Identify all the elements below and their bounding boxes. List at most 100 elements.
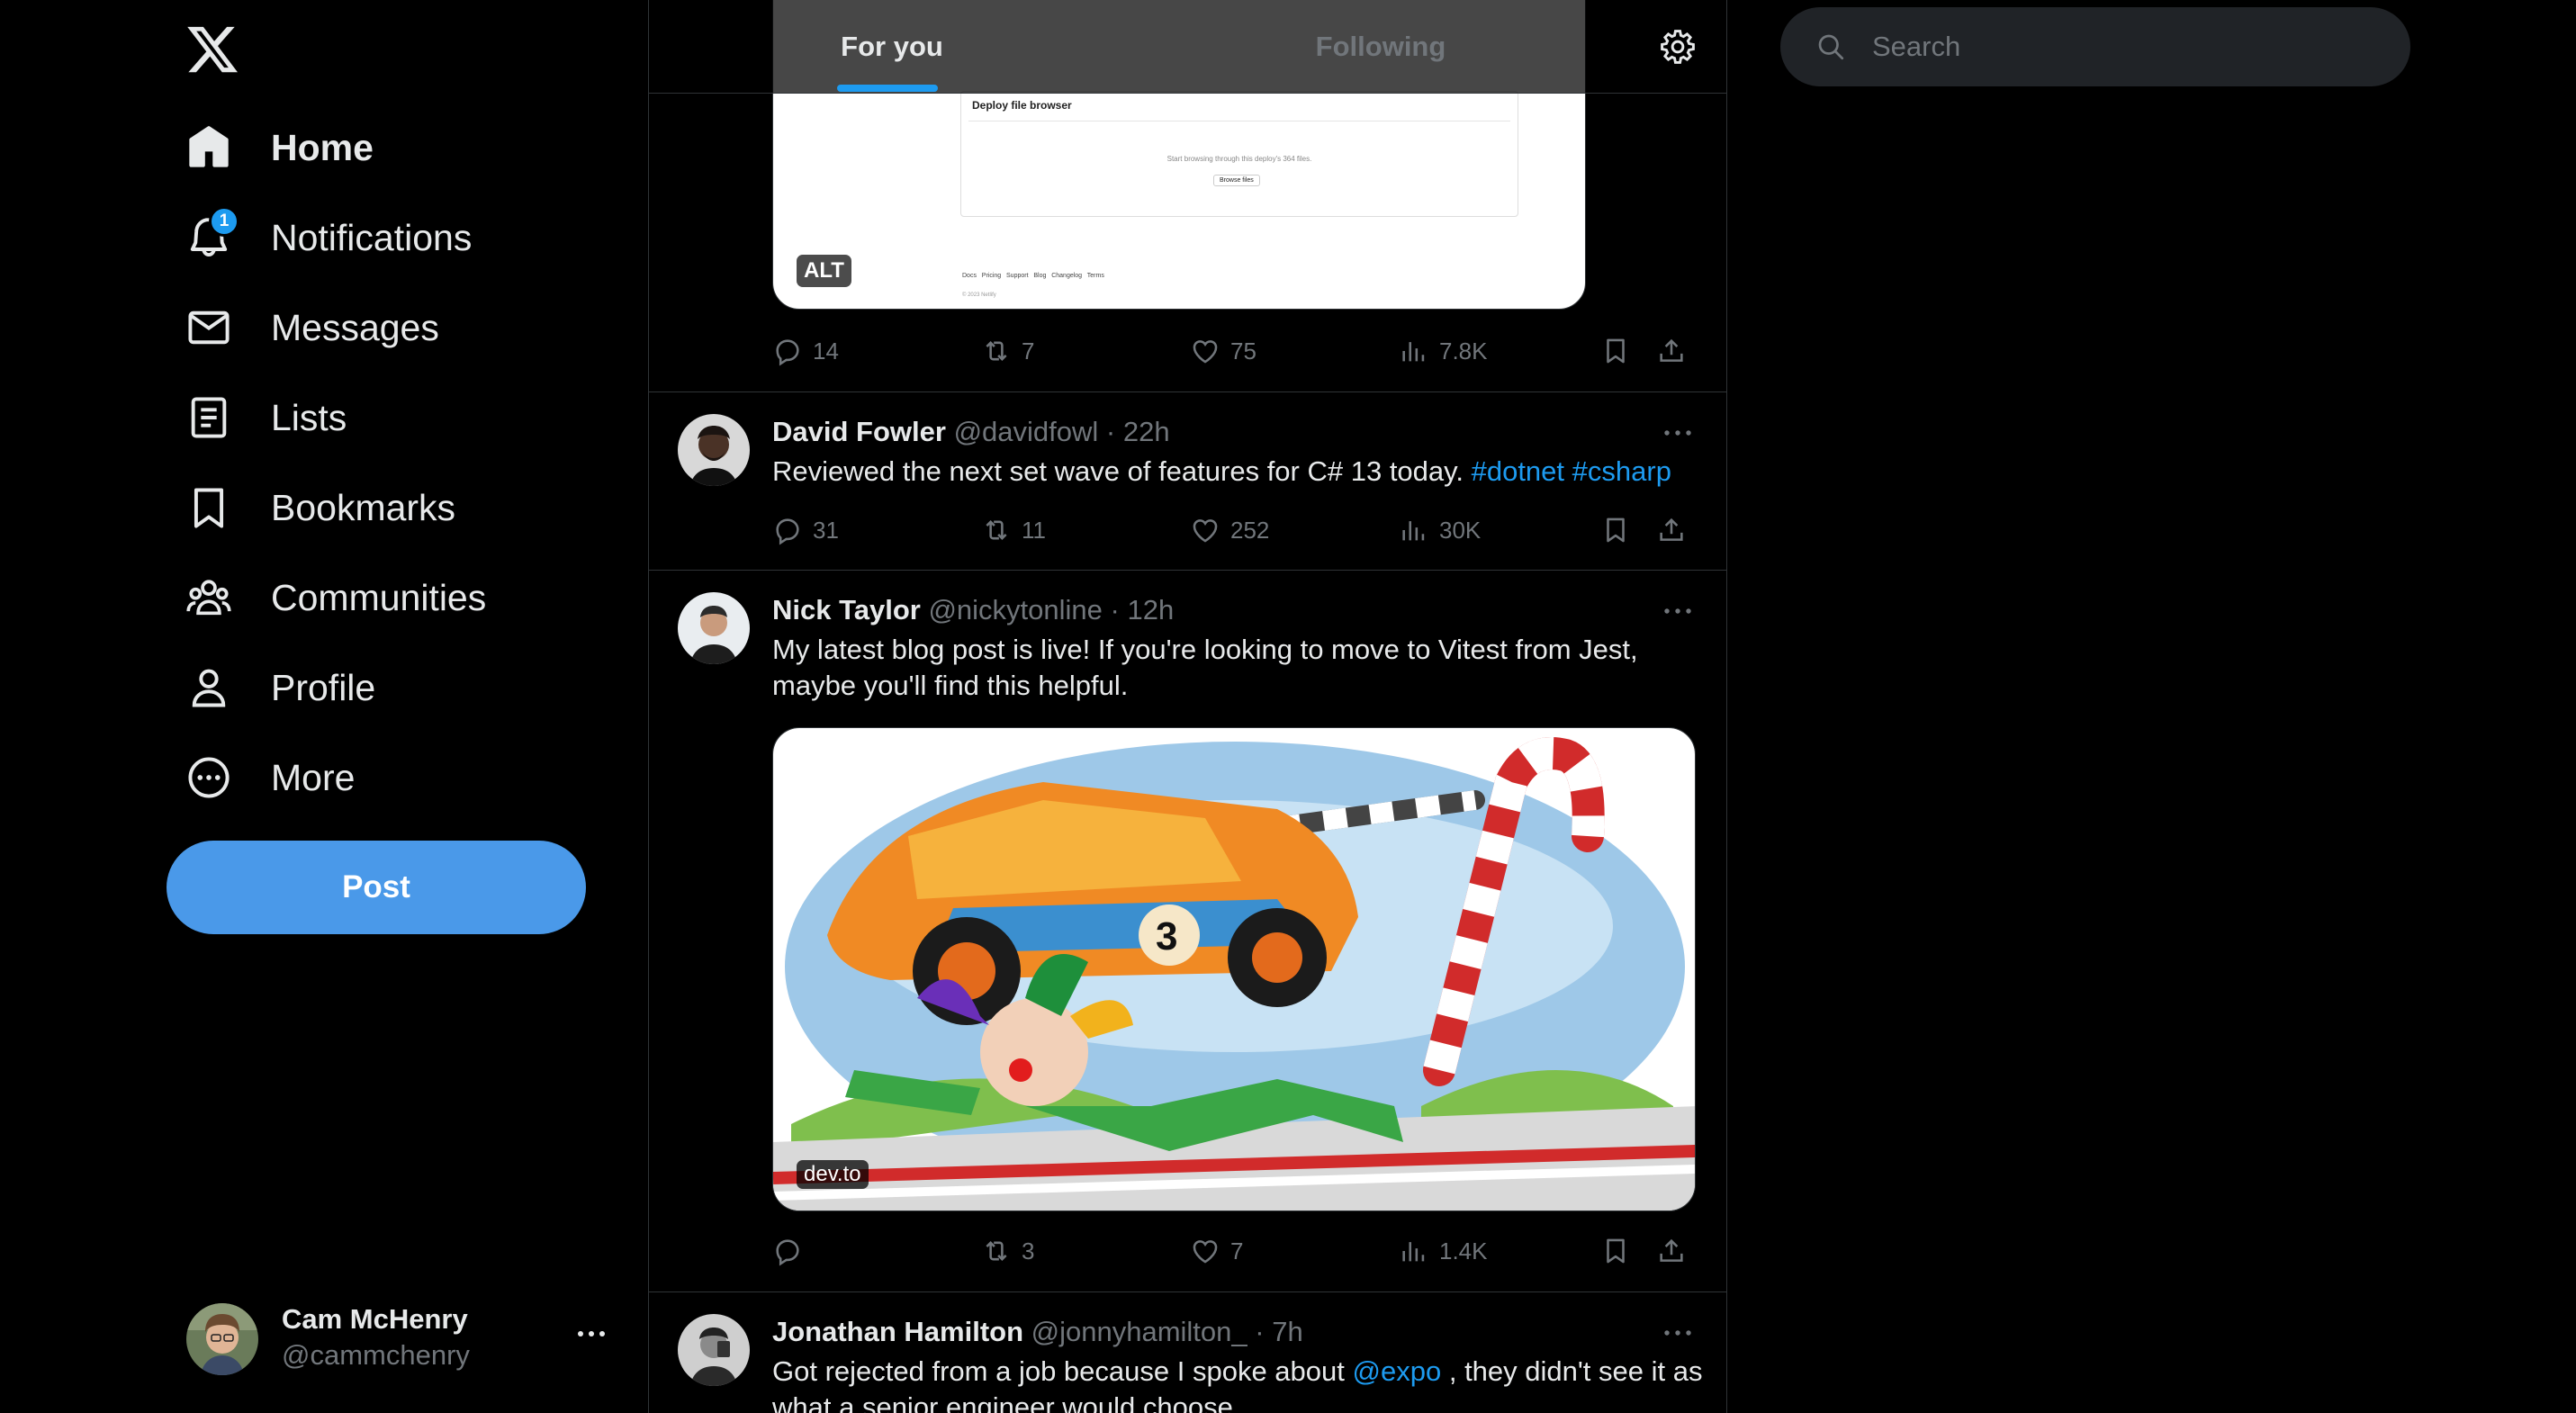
nav-label-bookmarks: Bookmarks bbox=[271, 486, 456, 528]
author-name[interactable]: Jonathan Hamilton bbox=[772, 1316, 1023, 1347]
like-count: 75 bbox=[1230, 337, 1256, 364]
tab-following[interactable]: Following bbox=[1135, 0, 1626, 94]
account-more-icon[interactable] bbox=[575, 1325, 608, 1343]
reply-count: 14 bbox=[813, 337, 839, 364]
share-icon bbox=[1660, 518, 1683, 541]
view-count: 7.8K bbox=[1439, 337, 1488, 364]
like-count: 7 bbox=[1230, 1237, 1244, 1264]
tweet[interactable]: Nick Taylor @nickytonline · 12h My lates… bbox=[649, 571, 1726, 1292]
communities-icon bbox=[185, 573, 233, 622]
like-button[interactable]: 252 bbox=[1190, 512, 1269, 548]
tweet-more-icon[interactable] bbox=[1662, 427, 1694, 439]
repost-count: 7 bbox=[1022, 337, 1035, 364]
more-circle-icon bbox=[185, 753, 233, 802]
timeline-settings-button[interactable] bbox=[1658, 27, 1698, 67]
tab-for-you-label: For you bbox=[841, 31, 943, 62]
bookmark-button[interactable] bbox=[1600, 512, 1631, 548]
timeline-header: For you Following bbox=[649, 0, 1726, 94]
nav-item-home[interactable]: Home bbox=[185, 116, 374, 179]
bookmark-button[interactable] bbox=[1600, 333, 1631, 369]
nav-item-bookmarks[interactable]: Bookmarks bbox=[185, 476, 455, 539]
tab-for-you[interactable]: For you bbox=[649, 0, 1135, 94]
reply-button[interactable] bbox=[772, 1233, 813, 1269]
author-handle[interactable]: @nickytonline bbox=[928, 594, 1102, 626]
view-count: 30K bbox=[1439, 516, 1482, 544]
reply-icon bbox=[776, 1239, 799, 1266]
tab-following-label: Following bbox=[1315, 31, 1446, 62]
tweet-time[interactable]: · 12h bbox=[1111, 594, 1175, 626]
envelope-icon bbox=[185, 303, 233, 352]
search-input[interactable] bbox=[1870, 30, 2374, 64]
heart-icon bbox=[1193, 1240, 1218, 1264]
nav-item-communities[interactable]: Communities bbox=[185, 566, 486, 629]
tweet-avatar[interactable] bbox=[678, 592, 750, 664]
tweet-media-image[interactable]: 3 dev.to bbox=[772, 727, 1696, 1211]
account-handle: @cammchenry bbox=[282, 1339, 470, 1371]
author-name[interactable]: David Fowler bbox=[772, 416, 946, 447]
author-name[interactable]: Nick Taylor bbox=[772, 594, 921, 626]
tweet[interactable]: Jonathan Hamilton @jonnyhamilton_ · 7h G… bbox=[649, 1292, 1726, 1413]
nav-label-more: More bbox=[271, 756, 356, 798]
tweet-actions: 14 7 75 7.8K bbox=[772, 333, 1699, 369]
reply-button[interactable]: 31 bbox=[772, 512, 839, 548]
share-button[interactable] bbox=[1656, 333, 1687, 369]
views-button[interactable]: 7.8K bbox=[1399, 333, 1488, 369]
media-card: Deploy file browser Start browsing throu… bbox=[960, 91, 1518, 217]
bookmark-button[interactable] bbox=[1600, 1233, 1631, 1269]
nav-item-lists[interactable]: Lists bbox=[185, 386, 347, 449]
tweet-more-icon[interactable] bbox=[1662, 1327, 1694, 1339]
nav-item-messages[interactable]: Messages bbox=[185, 296, 439, 359]
share-button[interactable] bbox=[1656, 1233, 1687, 1269]
search-bar[interactable] bbox=[1780, 7, 2410, 86]
media-card-button: Browse files bbox=[1213, 175, 1260, 186]
nav-item-more[interactable]: More bbox=[185, 746, 355, 809]
views-button[interactable]: 1.4K bbox=[1399, 1233, 1488, 1269]
reply-button[interactable]: 14 bbox=[772, 333, 839, 369]
bell-icon: 1 bbox=[185, 206, 239, 262]
alt-badge[interactable]: ALT bbox=[797, 255, 851, 287]
tweet[interactable]: David Fowler @davidfowl · 22h Reviewed t… bbox=[649, 392, 1726, 571]
nav-label-notifications: Notifications bbox=[271, 216, 473, 258]
tweet-actions: 31 11 252 30K bbox=[772, 512, 1699, 548]
reply-icon bbox=[776, 518, 799, 545]
account-switcher[interactable]: Cam McHenry @cammchenry bbox=[185, 1296, 617, 1377]
share-icon bbox=[1660, 338, 1683, 362]
views-button[interactable]: 30K bbox=[1399, 512, 1481, 548]
nav-item-notifications[interactable]: 1 Notifications bbox=[185, 206, 472, 269]
repost-count: 11 bbox=[1022, 516, 1046, 544]
hashtag-link[interactable]: #csharp bbox=[1572, 455, 1671, 487]
active-tab-indicator bbox=[837, 85, 938, 92]
notification-badge: 1 bbox=[209, 206, 239, 237]
account-avatar bbox=[186, 1303, 258, 1375]
repost-button[interactable]: 11 bbox=[981, 512, 1046, 548]
bookmark-icon bbox=[1607, 338, 1625, 364]
author-handle[interactable]: @jonnyhamilton_ bbox=[1031, 1316, 1247, 1347]
x-logo-icon[interactable] bbox=[185, 22, 240, 77]
bookmark-icon bbox=[185, 483, 233, 532]
tweet-body: Reviewed the next set wave of features f… bbox=[772, 455, 1464, 487]
tweet-time[interactable]: · 22h bbox=[1106, 416, 1170, 447]
hashtag-link[interactable]: #dotnet bbox=[1472, 455, 1564, 487]
search-icon bbox=[1818, 34, 1844, 60]
post-button[interactable]: Post bbox=[167, 841, 586, 934]
tweet-text: My latest blog post is live! If you're l… bbox=[772, 634, 1638, 701]
nav-item-profile[interactable]: Profile bbox=[185, 656, 375, 719]
mention-link[interactable]: @expo bbox=[1353, 1355, 1442, 1387]
tweet-avatar[interactable] bbox=[678, 1314, 750, 1386]
bookmark-icon bbox=[1607, 1238, 1625, 1264]
tweet-time[interactable]: · 7h bbox=[1255, 1316, 1302, 1347]
person-icon bbox=[185, 663, 233, 712]
repost-count: 3 bbox=[1022, 1237, 1035, 1264]
views-chart-icon bbox=[1402, 1242, 1425, 1262]
repost-button[interactable]: 3 bbox=[981, 1233, 1034, 1269]
tweet-avatar[interactable] bbox=[678, 414, 750, 486]
media-card-body: Start browsing through this deploy's 364… bbox=[1166, 155, 1312, 163]
author-handle[interactable]: @davidfowl bbox=[954, 416, 1099, 447]
like-button[interactable]: 7 bbox=[1190, 1233, 1243, 1269]
repost-button[interactable]: 7 bbox=[981, 333, 1034, 369]
views-chart-icon bbox=[1402, 521, 1425, 541]
view-count: 1.4K bbox=[1439, 1237, 1488, 1264]
share-button[interactable] bbox=[1656, 512, 1687, 548]
like-button[interactable]: 75 bbox=[1190, 333, 1256, 369]
tweet-more-icon[interactable] bbox=[1662, 605, 1694, 617]
